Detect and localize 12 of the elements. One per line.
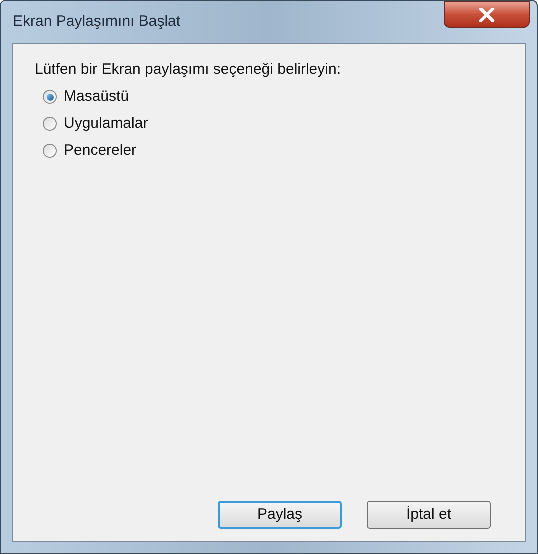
window-title: Ekran Paylaşımını Başlat bbox=[13, 12, 181, 32]
radio-button[interactable] bbox=[43, 90, 57, 104]
dialog-button[interactable]: İptal et bbox=[367, 501, 491, 529]
close-button[interactable] bbox=[444, 1, 530, 28]
close-icon bbox=[479, 8, 495, 22]
dialog-button[interactable]: Paylaş bbox=[218, 501, 342, 529]
radio-button[interactable] bbox=[43, 144, 57, 158]
prompt-text: Lütfen bir Ekran paylaşımı seçeneği belirleyin: bbox=[35, 60, 342, 80]
option-label: Pencereler bbox=[64, 141, 137, 161]
option-label: Masaüstü bbox=[64, 87, 130, 107]
radio-button[interactable] bbox=[43, 117, 57, 131]
option-label: Uygulamalar bbox=[64, 114, 148, 134]
